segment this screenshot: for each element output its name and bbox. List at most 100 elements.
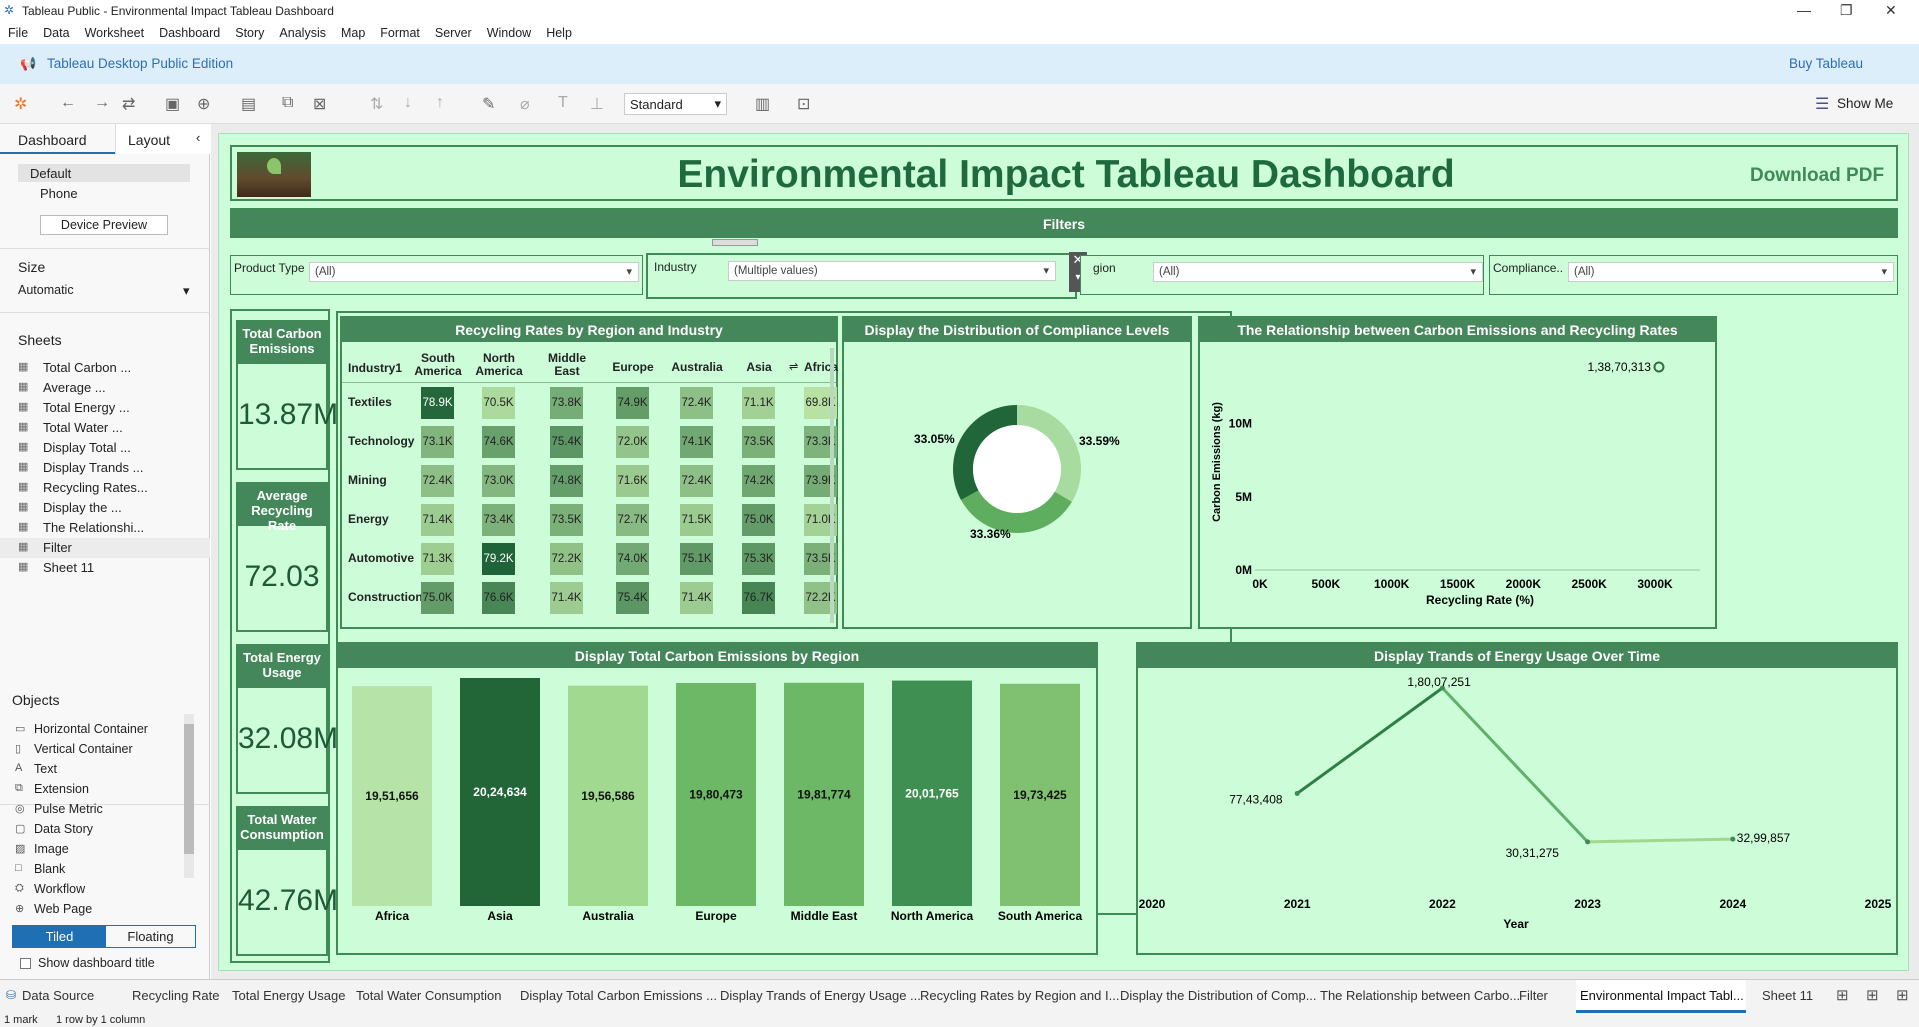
sheet-item[interactable]: ▦ Recycling Rates...	[0, 478, 210, 498]
sheet-tab[interactable]: Recycling Rate	[128, 980, 221, 1013]
pin-icon[interactable]: ⊥	[590, 94, 604, 114]
sheet-item[interactable]: ▦ Display the ...	[0, 498, 210, 518]
object-item[interactable]: ▨ Image	[0, 841, 180, 861]
collapse-icon[interactable]: ‹	[196, 130, 200, 145]
heatmap-cell[interactable]: 72.4K	[421, 465, 454, 497]
object-item[interactable]: ⊕ Web Page	[0, 901, 180, 921]
download-pdf-button[interactable]: Download PDF	[1750, 165, 1884, 187]
menu-item-worksheet[interactable]: Worksheet	[77, 22, 152, 40]
heatmap-cell[interactable]: 71.4K	[680, 582, 713, 614]
save-icon[interactable]: ▣	[165, 94, 180, 114]
show-me-icon[interactable]: ☰	[1815, 94, 1829, 114]
buy-tableau-link[interactable]: Buy Tableau	[1789, 56, 1863, 71]
paperclip-icon[interactable]: ⌀	[520, 94, 530, 114]
heatmap-cell[interactable]: 75.0K	[421, 582, 454, 614]
floating-button[interactable]: Floating	[106, 926, 195, 947]
sheet-tab[interactable]: Total Water Consumption	[352, 980, 503, 1013]
heatmap-cell[interactable]: 75.1K	[680, 543, 713, 575]
heatmap-cell[interactable]: 78.9K	[421, 387, 454, 419]
sheet-tab[interactable]: Filter	[1515, 980, 1550, 1013]
heatmap-cell[interactable]: 72.0K	[616, 426, 649, 458]
object-item[interactable]: ▯ Vertical Container	[0, 741, 180, 761]
object-item[interactable]: ▢ Data Story	[0, 821, 180, 841]
sheet-tab[interactable]: Display the Distribution of Comp...	[1116, 980, 1319, 1013]
sheet-item[interactable]: ▦ The Relationshi...	[0, 518, 210, 538]
sheet-tab[interactable]: Sheet 11	[1758, 980, 1815, 1013]
sheet-item[interactable]: ▦ Total Energy ...	[0, 398, 210, 418]
new-story-icon[interactable]: ⊞	[1896, 986, 1909, 1004]
scatter-point[interactable]	[1653, 361, 1665, 373]
drag-handle[interactable]	[712, 239, 758, 246]
menu-item-format[interactable]: Format	[372, 22, 427, 40]
heatmap-cell[interactable]: 73.8K	[550, 387, 583, 419]
undo-icon[interactable]: ←	[60, 94, 76, 112]
object-item[interactable]: ◎ Pulse Metric	[0, 801, 180, 821]
sheet-item[interactable]: ▦ Filter	[0, 538, 210, 558]
heatmap-cell[interactable]: 73.0K	[482, 465, 515, 497]
heatmap-cell[interactable]: 72.4K	[680, 465, 713, 497]
card-icon[interactable]: ▥	[755, 94, 770, 114]
label-icon[interactable]: T	[558, 94, 568, 112]
show-me-button[interactable]: Show Me	[1837, 96, 1893, 111]
heatmap-cell[interactable]: 72.2K	[550, 543, 583, 575]
minimize-icon[interactable]: —	[1797, 2, 1811, 18]
new-worksheet-icon[interactable]: ⊞	[1836, 986, 1849, 1004]
line-point[interactable]	[1585, 839, 1591, 845]
object-item[interactable]: □ Blank	[0, 861, 180, 881]
objects-scrollbar[interactable]	[184, 714, 194, 878]
sheet-item[interactable]: ▦ Display Total ...	[0, 438, 210, 458]
object-item[interactable]: ⧉ Extension	[0, 781, 180, 801]
heatmap-scrollbar[interactable]	[830, 348, 834, 623]
industry-dropdown[interactable]: (Multiple values)	[728, 261, 1056, 281]
sheet-item[interactable]: ▦ Total Carbon ...	[0, 358, 210, 378]
compliance-dropdown[interactable]: (All)	[1568, 262, 1894, 282]
tiled-button[interactable]: Tiled	[13, 926, 106, 947]
fit-dropdown[interactable]: Standard ▾	[624, 93, 727, 115]
heatmap-cell[interactable]: 74.6K	[482, 426, 515, 458]
cycle-icon[interactable]: ⇄	[122, 94, 135, 114]
heatmap-cell[interactable]: 71.3K	[421, 543, 454, 575]
menu-item-map[interactable]: Map	[333, 22, 372, 40]
heatmap-cell[interactable]: 71.4K	[550, 582, 583, 614]
menu-item-file[interactable]: File	[0, 22, 35, 40]
region-dropdown[interactable]: (All)	[1153, 262, 1483, 282]
heatmap-cell[interactable]: 75.4K	[550, 426, 583, 458]
heatmap-cell[interactable]: 73.1K	[421, 426, 454, 458]
menu-item-analysis[interactable]: Analysis	[271, 22, 333, 40]
object-item[interactable]: ⛭ Workflow	[0, 881, 180, 901]
device-preview-button[interactable]: Device Preview	[40, 215, 168, 235]
duplicate-icon[interactable]: ⧉	[282, 94, 293, 112]
device-phone[interactable]: Phone	[40, 186, 78, 201]
heatmap-cell[interactable]: 73.4K	[482, 504, 515, 536]
size-dropdown[interactable]: Automatic	[18, 283, 74, 297]
sheet-item[interactable]: ▦ Display Trands ...	[0, 458, 210, 478]
heatmap-cell[interactable]: 74.0K	[616, 543, 649, 575]
heatmap-cell[interactable]: 71.1K	[742, 387, 775, 419]
heatmap-cell[interactable]: 71.5K	[680, 504, 713, 536]
heatmap-cell[interactable]: 73.5K	[742, 426, 775, 458]
sheet-item[interactable]: ▦ Sheet 11	[0, 558, 210, 578]
tableau-home-icon[interactable]: ✲	[14, 94, 27, 114]
sort-asc-icon[interactable]: ↓	[404, 94, 412, 112]
highlight-icon[interactable]: ✎	[482, 94, 495, 114]
sheet-tab[interactable]: Display Total Carbon Emissions ...	[516, 980, 719, 1013]
sheet-tab[interactable]: Recycling Rates by Region and I...	[916, 980, 1121, 1013]
heatmap-cell[interactable]: 72.7K	[616, 504, 649, 536]
new-sheet-icon[interactable]: ▤	[241, 94, 256, 114]
sheet-item[interactable]: ▦ Total Water ...	[0, 418, 210, 438]
menu-item-server[interactable]: Server	[427, 22, 479, 40]
redo-icon[interactable]: →	[94, 94, 110, 112]
new-dashboard-icon[interactable]: ⊞	[1866, 986, 1879, 1004]
menu-item-window[interactable]: Window	[479, 22, 538, 40]
tab-layout[interactable]: Layout ‹	[115, 124, 210, 154]
menu-item-dashboard[interactable]: Dashboard	[151, 22, 227, 40]
sheet-tab[interactable]: Environmental Impact Tabl...	[1576, 980, 1746, 1013]
heatmap-cell[interactable]: 71.6K	[616, 465, 649, 497]
sort-icon[interactable]: ⇌	[789, 360, 798, 373]
heatmap-cell[interactable]: 75.3K	[742, 543, 775, 575]
heatmap-cell[interactable]: 76.6K	[482, 582, 515, 614]
sheet-tab[interactable]: The Relationship between Carbo...	[1316, 980, 1522, 1013]
heatmap-cell[interactable]: 74.1K	[680, 426, 713, 458]
sheet-tab[interactable]: Total Energy Usage	[228, 980, 347, 1013]
clear-icon[interactable]: ⊠	[313, 94, 326, 114]
